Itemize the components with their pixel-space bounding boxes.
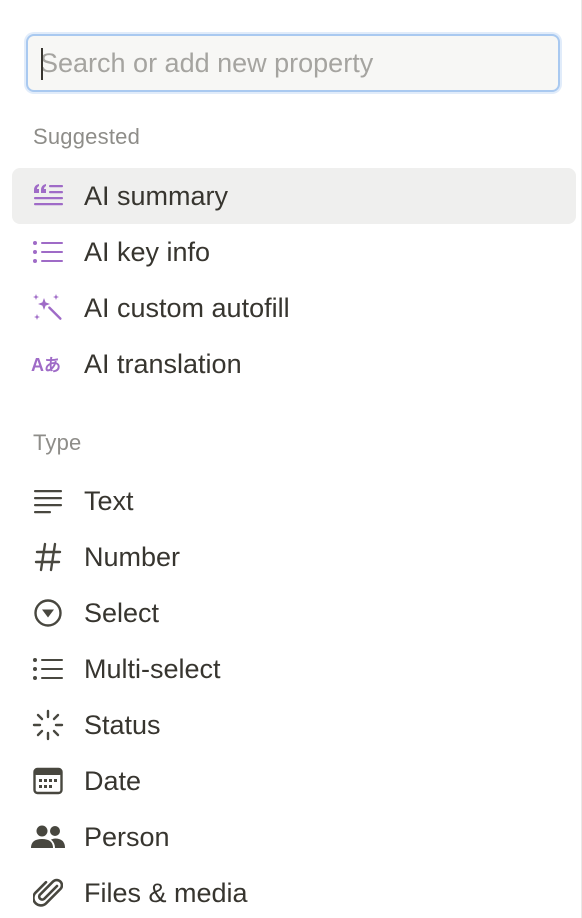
menu-item-ai-translation[interactable]: A あ AI translation [12,336,576,392]
search-box[interactable] [26,34,560,92]
select-circle-icon [30,595,66,631]
sparkles-icon [30,290,66,326]
menu-item-person[interactable]: Person [12,809,576,865]
svg-text:A: A [31,355,44,375]
menu-item-ai-key-info[interactable]: AI key info [12,224,576,280]
menu-item-label: AI translation [84,348,242,379]
menu-item-label: AI key info [84,236,211,267]
menu-item-label: Files & media [84,877,248,908]
search-input[interactable] [28,36,558,90]
menu-item-label: Text [84,485,134,516]
menu-item-label: AI summary [84,180,229,211]
menu-item-number[interactable]: Number [12,529,576,585]
translate-icon: A あ [30,346,66,382]
menu-item-status[interactable]: Status [12,697,576,753]
text-lines-icon [30,483,66,519]
menu-item-label: AI custom autofill [84,292,290,323]
list-icon [30,234,66,270]
menu-item-ai-custom-autofill[interactable]: AI custom autofill [12,280,576,336]
menu-item-label: Date [84,765,142,796]
property-menu: Suggested AI summary [0,0,582,918]
menu-item-label: Person [84,821,170,852]
menu-item-ai-summary[interactable]: AI summary [12,168,576,224]
hash-icon [30,539,66,575]
bullet-list-icon [30,651,66,687]
status-spinner-icon [30,707,66,743]
text-caret [41,48,43,80]
people-icon [30,819,66,855]
menu-item-files-media[interactable]: Files & media [12,865,576,918]
menu-item-multi-select[interactable]: Multi-select [12,641,576,697]
svg-text:あ: あ [44,356,61,376]
menu-item-label: Multi-select [84,653,221,684]
menu-item-select[interactable]: Select [12,585,576,641]
calendar-icon [30,763,66,799]
menu-item-label: Status [84,709,161,740]
paperclip-icon [30,875,66,911]
menu-item-date[interactable]: Date [12,753,576,809]
menu-item-text[interactable]: Text [12,473,576,529]
ai-summary-icon [30,178,66,214]
menu-item-label: Number [84,541,181,572]
type-heading: Type [33,430,82,455]
suggested-heading: Suggested [33,124,140,149]
menu-item-label: Select [84,597,160,628]
